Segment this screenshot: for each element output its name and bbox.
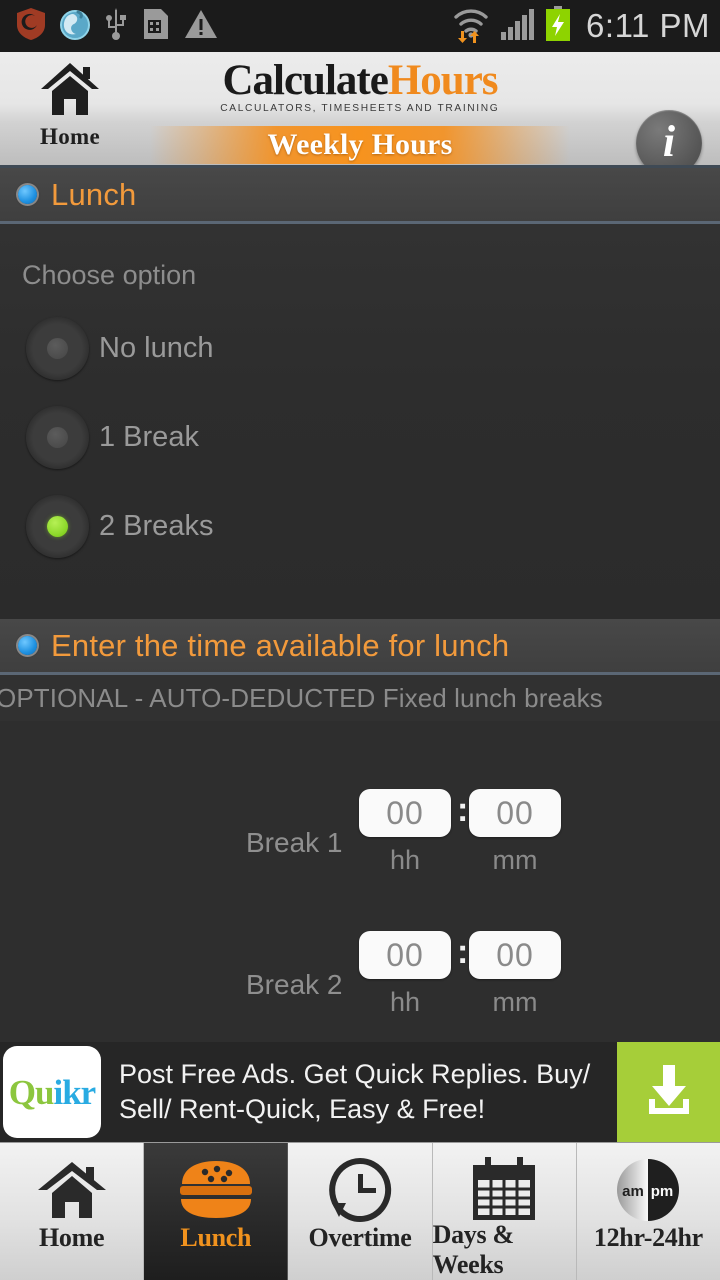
break-1-hours-value: 00 [386, 794, 424, 831]
radio-button-2-breaks[interactable] [26, 495, 89, 558]
app-logo: CalculateHours CALCULATORS, TIMESHEETS A… [0, 57, 720, 115]
logo-wordmark: CalculateHours [222, 57, 499, 104]
warning-triangle-icon [184, 8, 218, 45]
am-pm-circle-icon: am pm [615, 1155, 681, 1225]
lunch-section-title: Lunch [51, 176, 137, 212]
break-2-minutes-input[interactable]: 00 [469, 931, 561, 979]
lunch-option-label-2-breaks: 2 Breaks [99, 510, 214, 542]
ad-install-button[interactable] [617, 1042, 720, 1142]
break-1-separator: : [457, 791, 469, 829]
nav-label-lunch: Lunch [180, 1223, 252, 1252]
svg-text:pm: pm [651, 1183, 674, 1200]
nav-item-12hr-24hr[interactable]: am pm 12hr-24hr [576, 1143, 720, 1280]
logo-hours-text: Hours [387, 57, 499, 104]
usb-icon [104, 7, 128, 46]
radio-dot-icon [47, 427, 68, 448]
status-bar-clock: 6:11 PM [586, 7, 710, 44]
radio-dot-selected-icon [47, 516, 68, 537]
page-title: Weekly Hours [267, 128, 453, 161]
nav-item-home[interactable]: Home [0, 1143, 145, 1280]
lunch-option-label-no-lunch: No lunch [99, 332, 214, 364]
nav-label-days-weeks: Days & Weeks [432, 1220, 515, 1279]
break-2-hours-value: 00 [386, 936, 424, 973]
break-inputs-area: Break 1 00 : 00 hh mm Break 2 00 : 00 hh… [0, 721, 720, 1043]
nav-item-overtime[interactable]: Overtime [288, 1143, 433, 1280]
page-title-banner: Weekly Hours [150, 126, 570, 164]
break-row-2: Break 2 00 : 00 hh mm [0, 925, 720, 1043]
ad-brand-text-part1: Qu [8, 1072, 55, 1112]
lunch-option-2-breaks[interactable]: 2 Breaks [0, 495, 720, 558]
break-1-label: Break 1 [246, 827, 343, 858]
break-2-minutes-unit: mm [492, 987, 538, 1017]
nav-label-overtime: Overtime [308, 1223, 412, 1252]
globe-icon [59, 8, 91, 45]
radio-button-no-lunch[interactable] [26, 317, 89, 380]
break-row-1: Break 1 00 : 00 hh mm [0, 783, 720, 901]
status-bar-right-icons: 6:11 PM [451, 5, 710, 48]
radio-indicator-icon [18, 636, 37, 655]
time-section-title: Enter the time available for lunch [51, 627, 510, 663]
app-header: Home CalculateHours CALCULATORS, TIMESHE… [0, 52, 720, 168]
info-icon: i [662, 116, 676, 166]
optional-note: OPTIONAL - AUTO-DEDUCTED Fixed lunch bre… [0, 675, 720, 721]
cellular-signal-icon [500, 7, 536, 46]
break-1-minutes-value: 00 [496, 794, 534, 831]
break-2-minutes-value: 00 [496, 936, 534, 973]
break-1-minutes-unit: mm [492, 845, 538, 875]
burger-icon [176, 1155, 256, 1225]
svg-text:am: am [623, 1183, 645, 1200]
radio-button-1-break[interactable] [26, 406, 89, 469]
lunch-option-no-lunch[interactable]: No lunch [0, 317, 720, 380]
time-section-header[interactable]: Enter the time available for lunch [0, 619, 720, 675]
sim-card-alert-icon [141, 7, 171, 46]
break-1-hours-unit: hh [389, 845, 421, 875]
logo-tagline: CALCULATORS, TIMESHEETS AND TRAINING [220, 103, 500, 114]
download-icon [638, 1059, 700, 1126]
app-root: 6:11 PM Home CalculateHours CALCULATORS,… [0, 0, 720, 1280]
lunch-section-header[interactable]: Lunch [0, 168, 720, 224]
ad-banner[interactable]: Quikr Post Free Ads. Get Quick Replies. … [0, 1042, 720, 1142]
lunch-options-panel: Choose option No lunch 1 Break 2 Breaks [0, 224, 720, 619]
break-2-separator: : [457, 933, 469, 971]
break-1-minutes-input[interactable]: 00 [469, 789, 561, 837]
shield-icon [16, 7, 46, 46]
ad-brand-logo: Quikr [3, 1046, 101, 1138]
break-2-hours-input[interactable]: 00 [359, 931, 451, 979]
radio-dot-icon [47, 338, 68, 359]
choose-option-label: Choose option [22, 260, 197, 290]
status-bar: 6:11 PM [0, 0, 720, 52]
lunch-option-label-1-break: 1 Break [99, 421, 199, 453]
nav-item-lunch[interactable]: Lunch [144, 1143, 289, 1280]
home-icon [36, 1155, 108, 1225]
ad-brand-text: Quikr [8, 1072, 96, 1112]
ad-message: Post Free Ads. Get Quick Replies. Buy/ S… [119, 1059, 591, 1124]
status-bar-left-icons [16, 7, 218, 46]
lunch-option-1-break[interactable]: 1 Break [0, 406, 720, 469]
calendar-icon [469, 1155, 539, 1222]
break-2-label: Break 2 [246, 969, 343, 1000]
battery-charging-icon [545, 5, 571, 47]
bottom-navigation: Home Lunch Overtime Days & Weeks am pm 1… [0, 1142, 720, 1280]
nav-label-12hr-24hr: 12hr-24hr [593, 1223, 703, 1252]
nav-item-days-weeks[interactable]: Days & Weeks [432, 1143, 577, 1280]
logo-calculate-text: Calculate [222, 57, 388, 104]
info-button[interactable]: i [636, 110, 702, 166]
clock-arrow-icon [324, 1155, 396, 1225]
ad-brand-text-part2: ikr [53, 1072, 96, 1112]
break-2-hours-unit: hh [389, 987, 421, 1017]
break-1-hours-input[interactable]: 00 [359, 789, 451, 837]
nav-label-home: Home [38, 1223, 105, 1252]
wifi-icon [451, 5, 491, 48]
radio-indicator-icon [18, 185, 37, 204]
header-home-label: Home [40, 124, 100, 149]
